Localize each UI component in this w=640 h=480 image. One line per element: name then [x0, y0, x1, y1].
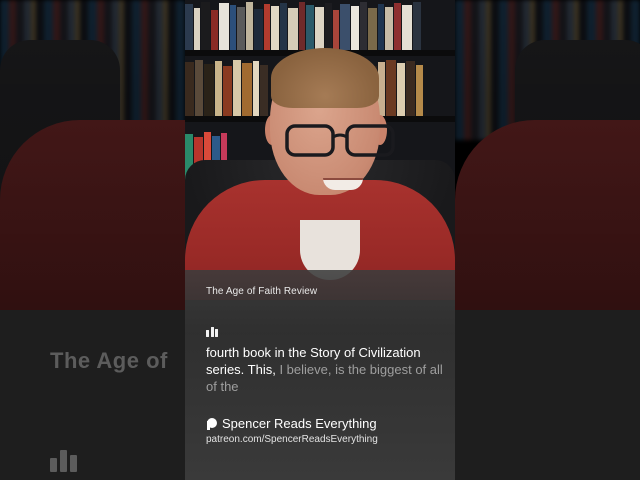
blurred-backdrop-right — [455, 0, 640, 480]
blurred-bar-chart-icon — [50, 450, 77, 472]
blurred-panel — [455, 310, 640, 480]
patreon-icon — [206, 417, 217, 430]
credit-name: Spencer Reads Everything — [222, 416, 377, 431]
video-title: The Age of Faith Review — [206, 286, 318, 297]
live-caption: fourth book in the Story of Civilization… — [206, 344, 446, 395]
backdrop-shade — [0, 0, 185, 310]
hair — [271, 48, 379, 108]
blurred-title-echo: The Age of — [50, 348, 168, 373]
bar-chart-icon — [206, 327, 218, 337]
credit-link[interactable]: Spencer Reads Everything — [206, 416, 377, 431]
glasses-icon — [285, 124, 395, 157]
mouth — [323, 178, 363, 190]
backdrop-shade — [455, 0, 640, 310]
blurred-panel — [0, 310, 185, 480]
credit-url[interactable]: patreon.com/SpencerReadsEverything — [206, 434, 378, 445]
caption-panel: The Age of Faith Review fourth book in t… — [185, 270, 455, 480]
blurred-backdrop-left: The Age of — [0, 0, 185, 480]
